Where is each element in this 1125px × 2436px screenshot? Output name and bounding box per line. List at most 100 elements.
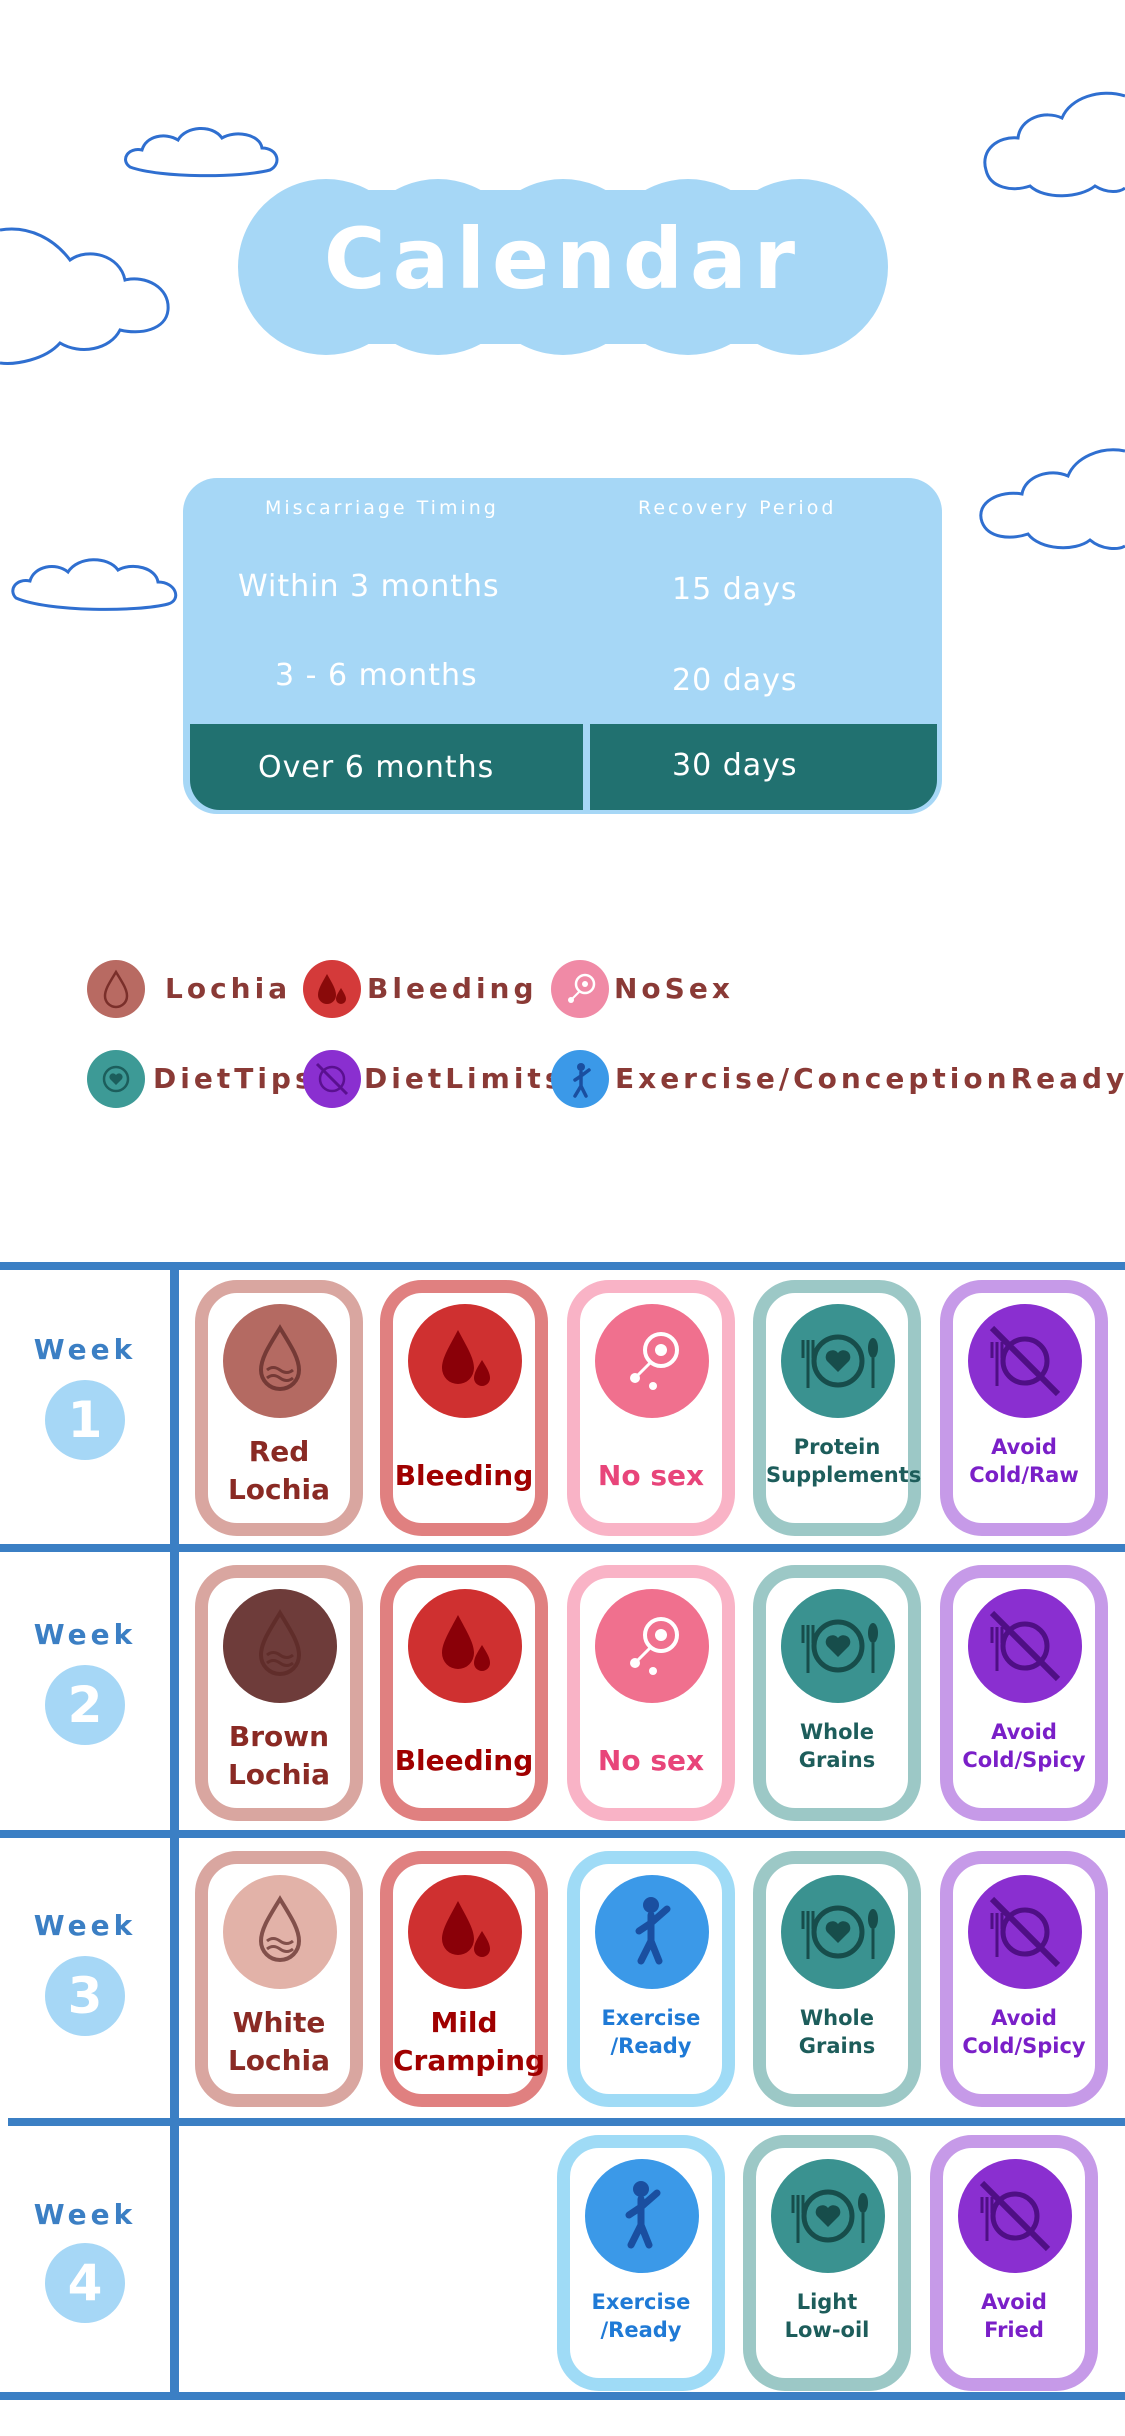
page-title: Calendar (323, 210, 803, 308)
card-label: Avoid Fried (943, 2288, 1085, 2345)
week-number-badge: 3 (45, 1956, 125, 2036)
card-label: Exercise/Ready (580, 2004, 722, 2061)
week-label: Week (33, 2198, 137, 2231)
card-label-line2: Lochia (227, 1757, 331, 1791)
exercise-icon (595, 1875, 709, 1989)
card-label-line2: Grains (798, 1748, 876, 1773)
cloud-decoration (8, 548, 183, 614)
card-label-line1: Avoid (991, 1435, 1057, 1459)
card-label: Protein Supplements (766, 1433, 922, 1490)
card-label-line1: Bleeding (394, 1459, 534, 1492)
legend-bleeding: Bleeding (367, 972, 538, 1005)
card-label-line2: Cold/Spicy (962, 1748, 1086, 1773)
activity-card: No sex (567, 1565, 735, 1821)
grid-line (170, 1262, 179, 2400)
card-label: Red Lochia (208, 1433, 350, 1509)
table-cell-period: 30 days (672, 748, 798, 783)
card-label: Mild Cramping (393, 2004, 545, 2080)
card-label-line1: Bleeding (394, 1744, 534, 1777)
card-label-line1: White (232, 2006, 326, 2039)
card-label-line2: /Ready (610, 2034, 692, 2059)
week-number-badge: 1 (45, 1380, 125, 1460)
card-label-line2: Cold/Spicy (962, 2034, 1086, 2059)
grid-line (0, 2392, 1125, 2400)
legend-exercise: Exercise/ConceptionReady (615, 1062, 1125, 1095)
plate-heart-icon (781, 1875, 895, 1989)
card-label: Bleeding (393, 1457, 535, 1495)
card-label-line1: Avoid (981, 2290, 1047, 2314)
card-label: Light Low-oil (756, 2288, 898, 2345)
lochia-icon (87, 960, 145, 1018)
activity-card: No sex (567, 1280, 735, 1536)
card-label: Exercise/Ready (570, 2288, 712, 2345)
activity-card: Whole Grains (753, 1851, 921, 2107)
blood-drops-icon (408, 1304, 522, 1418)
lochia-drop-icon (223, 1875, 337, 1989)
card-label: White Lochia (208, 2004, 350, 2080)
activity-card: Red Lochia (195, 1280, 363, 1536)
diet-limits-icon (303, 1050, 361, 1108)
exercise-icon (551, 1050, 609, 1108)
blood-drops-icon (408, 1589, 522, 1703)
card-label-line1: No sex (597, 1744, 705, 1777)
legend-lochia: Lochia (165, 972, 292, 1005)
table-header-timing: Miscarriage Timing (265, 497, 499, 519)
card-label: Avoid Cold/Spicy (953, 2004, 1095, 2061)
card-label-line1: Mild (430, 2006, 498, 2039)
card-label-line1: Avoid (991, 2006, 1057, 2030)
bleeding-icon (303, 960, 361, 1018)
table-cell-period: 20 days (672, 663, 798, 698)
card-label-line1: Exercise (601, 2006, 701, 2030)
card-label: Brown Lochia (208, 1718, 350, 1794)
grid-line (0, 1830, 1125, 1838)
activity-card: Avoid Fried (930, 2135, 1098, 2391)
table-cell-timing: 3 - 6 months (275, 658, 478, 693)
card-label-line1: Whole (800, 1720, 874, 1744)
cloud-decoration (120, 122, 285, 182)
card-label-line2: Supplements (766, 1463, 922, 1488)
cloud-decoration (0, 225, 175, 373)
week-label: Week (33, 1909, 137, 1942)
legend-nosex: NoSex (614, 972, 734, 1005)
legend-dietlimits: DietLimits (364, 1062, 566, 1095)
legend-diettips: DietTips (153, 1062, 316, 1095)
table-cell-period: 15 days (672, 572, 798, 607)
no-sex-icon (595, 1589, 709, 1703)
card-label-line1: Red (248, 1435, 310, 1468)
no-food-icon (968, 1304, 1082, 1418)
plate-heart-icon (781, 1589, 895, 1703)
lochia-drop-icon (223, 1589, 337, 1703)
table-header-period: Recovery Period (638, 497, 837, 519)
table-cell-timing: Within 3 months (238, 569, 500, 604)
card-label-line1: No sex (597, 1459, 705, 1492)
activity-card: Light Low-oil (743, 2135, 911, 2391)
week-number-badge: 4 (45, 2243, 125, 2323)
card-label: Whole Grains (766, 1718, 908, 1775)
table-cell-timing: Over 6 months (258, 750, 495, 785)
card-label-line1: Whole (800, 2006, 874, 2030)
week-number-badge: 2 (45, 1665, 125, 1745)
no-food-icon (968, 1589, 1082, 1703)
week-label: Week (33, 1333, 137, 1366)
card-label-line1: Protein (793, 1435, 881, 1459)
card-label-line1: Exercise (591, 2290, 691, 2314)
exercise-icon (585, 2159, 699, 2273)
grid-line (0, 1262, 1125, 1270)
activity-card: Bleeding (380, 1565, 548, 1821)
activity-card: White Lochia (195, 1851, 363, 2107)
cloud-decoration (940, 446, 1125, 576)
activity-card: Mild Cramping (380, 1851, 548, 2107)
card-label-line2: Lochia (227, 2043, 331, 2077)
card-label-line1: Avoid (991, 1720, 1057, 1744)
activity-card: Avoid Cold/Spicy (940, 1851, 1108, 2107)
card-label-line2: Lochia (227, 1472, 331, 1506)
activity-card: Exercise/Ready (557, 2135, 725, 2391)
lochia-drop-icon (223, 1304, 337, 1418)
activity-card: Protein Supplements (753, 1280, 921, 1536)
activity-card: Whole Grains (753, 1565, 921, 1821)
no-food-icon (958, 2159, 1072, 2273)
card-label: Avoid Cold/Spicy (953, 1718, 1095, 1775)
card-label-line2: Fried (984, 2318, 1044, 2343)
grid-line (0, 1544, 1125, 1552)
card-label: Avoid Cold/Raw (953, 1433, 1095, 1490)
